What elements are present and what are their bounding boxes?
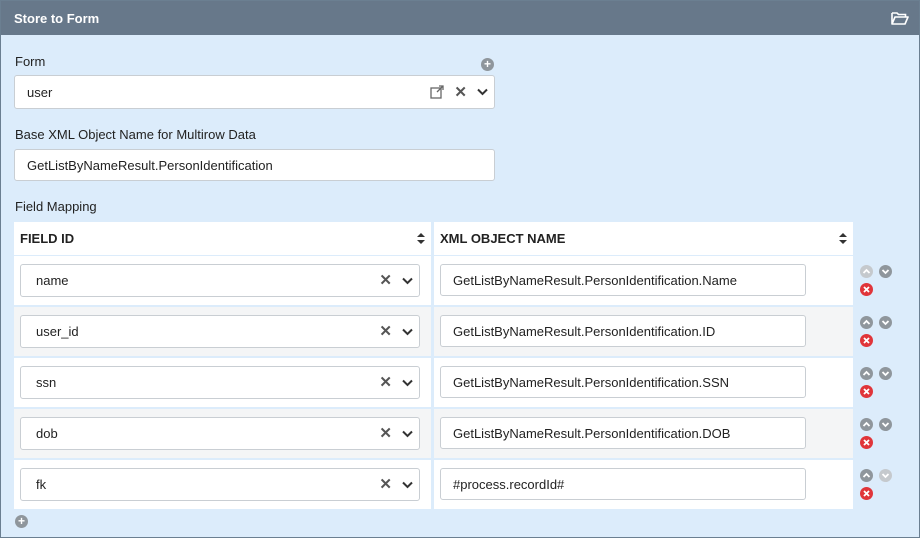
table-header: FIELD ID XML OBJECT NAME [14, 222, 853, 255]
field-id-cell: user_id ✕ [14, 307, 431, 356]
row-actions [858, 358, 898, 407]
move-down-icon[interactable] [879, 469, 892, 482]
field-id-cell: fk ✕ [14, 460, 431, 509]
move-up-icon[interactable] [860, 367, 873, 380]
chevron-down-icon[interactable] [402, 481, 413, 489]
xml-object-name-cell: GetListByNameResult.PersonIdentification… [434, 358, 853, 407]
field-id-select[interactable]: ssn ✕ [20, 366, 420, 399]
move-up-icon[interactable] [860, 469, 873, 482]
form-select-value: user [27, 84, 53, 100]
panel-title: Store to Form [14, 10, 100, 26]
table-row: dob ✕ GetListByNameResult.PersonIdentifi… [14, 409, 892, 458]
table-row: name ✕ GetListByNameResult.PersonIdentif… [14, 256, 892, 305]
form-select[interactable]: user ✕ [14, 75, 495, 109]
clear-icon[interactable]: ✕ [379, 273, 392, 288]
move-down-icon[interactable] [879, 367, 892, 380]
delete-row-icon[interactable] [860, 283, 873, 296]
xml-object-name-input[interactable]: GetListByNameResult.PersonIdentification… [440, 315, 806, 347]
field-id-cell: ssn ✕ [14, 358, 431, 407]
clear-icon[interactable]: ✕ [379, 375, 392, 390]
table-row: fk ✕ #process.recordId# [14, 460, 892, 509]
row-actions [858, 409, 898, 458]
xml-object-name-input[interactable]: GetListByNameResult.PersonIdentification… [440, 417, 806, 449]
delete-row-icon[interactable] [860, 334, 873, 347]
field-id-cell: dob ✕ [14, 409, 431, 458]
field-id-value: ssn [36, 375, 57, 390]
xml-object-name-cell: GetListByNameResult.PersonIdentification… [434, 256, 853, 305]
store-to-form-panel: Store to Form Form + user ✕ Base XML Obj… [0, 0, 920, 538]
field-id-value: fk [36, 477, 47, 492]
folder-open-icon[interactable] [891, 10, 909, 26]
row-actions [858, 460, 898, 509]
xml-object-name-cell: GetListByNameResult.PersonIdentification… [434, 307, 853, 356]
chevron-down-icon[interactable] [402, 430, 413, 438]
column-header-label: XML OBJECT NAME [440, 231, 566, 246]
sort-icon[interactable] [839, 233, 847, 244]
clear-icon[interactable]: ✕ [379, 426, 392, 441]
column-header-xml-object-name[interactable]: XML OBJECT NAME [434, 222, 853, 255]
chevron-down-icon[interactable] [477, 88, 488, 96]
delete-row-icon[interactable] [860, 436, 873, 449]
chevron-down-icon[interactable] [402, 379, 413, 387]
column-header-label: FIELD ID [20, 231, 75, 246]
xml-object-name-cell: #process.recordId# [434, 460, 853, 509]
field-mapping-label: Field Mapping [15, 199, 97, 214]
delete-row-icon[interactable] [860, 487, 873, 500]
table-row: user_id ✕ GetListByNameResult.PersonIden… [14, 307, 892, 356]
sort-icon[interactable] [417, 233, 425, 244]
field-id-select[interactable]: user_id ✕ [20, 315, 420, 348]
row-actions [858, 307, 898, 356]
panel-header: Store to Form [1, 1, 919, 35]
clear-icon[interactable]: ✕ [379, 324, 392, 339]
move-up-icon[interactable] [860, 265, 873, 278]
table-row: ssn ✕ GetListByNameResult.PersonIdentifi… [14, 358, 892, 407]
field-id-select[interactable]: name ✕ [20, 264, 420, 297]
xml-object-name-input[interactable]: #process.recordId# [440, 468, 806, 500]
chevron-down-icon[interactable] [402, 277, 413, 285]
move-up-icon[interactable] [860, 418, 873, 431]
add-form-icon[interactable]: + [481, 58, 494, 71]
field-id-cell: name ✕ [14, 256, 431, 305]
move-down-icon[interactable] [879, 418, 892, 431]
xml-object-name-input[interactable]: GetListByNameResult.PersonIdentification… [440, 264, 806, 296]
xml-object-name-value: GetListByNameResult.PersonIdentification… [453, 272, 737, 288]
field-id-select[interactable]: dob ✕ [20, 417, 420, 450]
delete-row-icon[interactable] [860, 385, 873, 398]
field-id-value: user_id [36, 324, 79, 339]
xml-object-name-value: GetListByNameResult.PersonIdentification… [453, 425, 731, 441]
field-id-select[interactable]: fk ✕ [20, 468, 420, 501]
xml-object-name-value: GetListByNameResult.PersonIdentification… [453, 374, 730, 390]
field-id-value: dob [36, 426, 58, 441]
form-label: Form [15, 54, 46, 69]
base-xml-label: Base XML Object Name for Multirow Data [15, 127, 256, 142]
chevron-down-icon[interactable] [402, 328, 413, 336]
xml-object-name-value: #process.recordId# [453, 476, 565, 492]
external-link-icon[interactable] [430, 85, 445, 99]
xml-object-name-input[interactable]: GetListByNameResult.PersonIdentification… [440, 366, 806, 398]
move-down-icon[interactable] [879, 265, 892, 278]
add-row-icon[interactable]: + [15, 515, 28, 528]
row-actions [858, 256, 898, 305]
xml-object-name-value: GetListByNameResult.PersonIdentification… [453, 323, 716, 339]
move-up-icon[interactable] [860, 316, 873, 329]
move-down-icon[interactable] [879, 316, 892, 329]
column-header-field-id[interactable]: FIELD ID [14, 222, 431, 255]
clear-icon[interactable]: ✕ [379, 477, 392, 492]
base-xml-input[interactable]: GetListByNameResult.PersonIdentification [14, 149, 495, 181]
base-xml-value: GetListByNameResult.PersonIdentification [27, 157, 273, 173]
xml-object-name-cell: GetListByNameResult.PersonIdentification… [434, 409, 853, 458]
field-id-value: name [36, 273, 69, 288]
clear-icon[interactable]: ✕ [454, 85, 467, 100]
